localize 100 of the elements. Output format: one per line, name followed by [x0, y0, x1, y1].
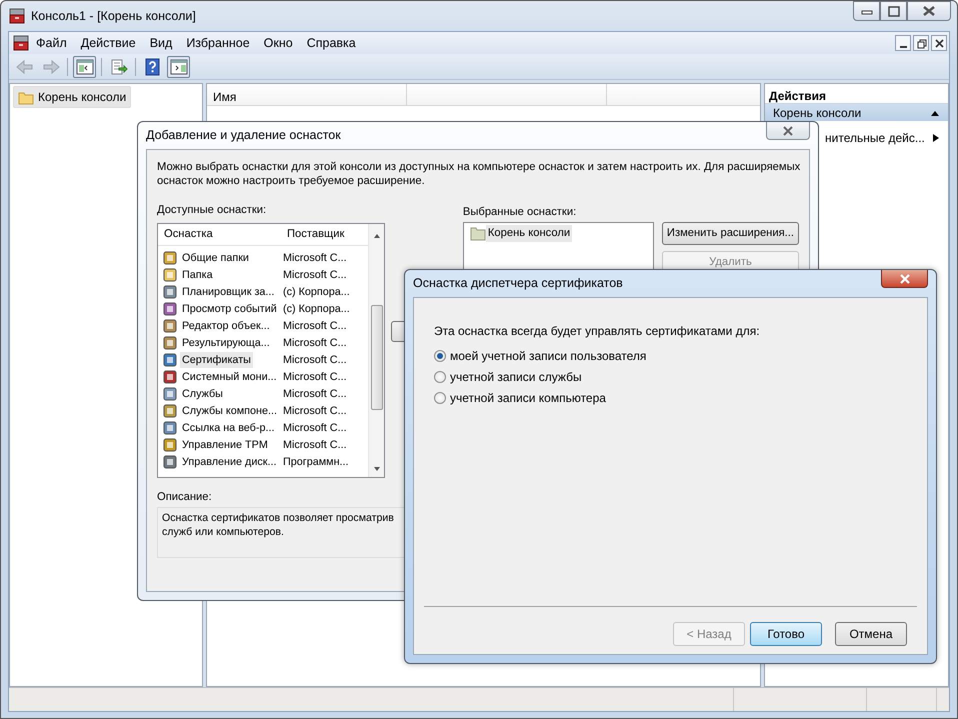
- dialog-button[interactable]: Изменить расширения...: [662, 222, 799, 245]
- snapin-icon: [162, 369, 178, 386]
- restore-icon: [914, 36, 928, 50]
- menu-item[interactable]: Действие: [74, 34, 143, 52]
- snapin-name[interactable]: Управление диск...: [180, 454, 278, 470]
- close-button[interactable]: [907, 1, 951, 21]
- help-icon: [144, 58, 162, 76]
- radio-label[interactable]: моей учетной записи пользователя: [450, 346, 646, 364]
- snapin-icon: [162, 420, 178, 436]
- list-arrow-icon: [110, 58, 128, 76]
- close-icon: [932, 36, 946, 50]
- close-icon: [898, 272, 912, 284]
- collapse-icon: [930, 108, 940, 116]
- maximize-icon: [886, 5, 902, 17]
- prompt-text: Эта оснастка всегда будет управлять сертификатами для:: [434, 323, 761, 340]
- restore-button[interactable]: [913, 35, 929, 51]
- scroll-up-icon: [372, 232, 380, 240]
- close-button[interactable]: [766, 122, 810, 140]
- close-icon: [921, 5, 937, 17]
- dialog-button[interactable]: Готово: [750, 622, 822, 646]
- right-arrow-icon: [42, 58, 60, 76]
- snapin-icon: [162, 403, 178, 420]
- left-arrow-icon: [16, 58, 34, 76]
- snapin-icon: [162, 267, 178, 284]
- close-button[interactable]: [931, 35, 947, 51]
- vendor-name: Microsoft C...: [283, 319, 347, 334]
- snapin-icon: [162, 386, 178, 402]
- radio-button[interactable]: [434, 350, 446, 362]
- maximize-button[interactable]: [880, 1, 907, 21]
- intro-text: Можно выбрать оснастки для этой консоли из доступных на компьютере оснасток и затем настроить их. Для расширяемых оснасток можно настроить требуемое расширение.: [157, 160, 802, 188]
- minimize-button[interactable]: [895, 35, 911, 51]
- vendor-name: Microsoft C...: [283, 438, 347, 454]
- snapin-icon: [162, 250, 178, 266]
- close-icon: [781, 124, 795, 136]
- section-title: Корень консоли: [773, 104, 862, 120]
- radio-label[interactable]: учетной записи компьютера: [450, 388, 606, 406]
- snapin-icon: [162, 352, 178, 368]
- vendor-name: Microsoft C...: [283, 387, 347, 402]
- radio-button[interactable]: [434, 392, 446, 404]
- snapin-name[interactable]: Просмотр событий: [180, 301, 279, 318]
- tree-item[interactable]: Корень консоли: [13, 86, 132, 108]
- vendor-name: Microsoft C...: [283, 404, 347, 420]
- radio-label[interactable]: учетной записи службы: [450, 368, 582, 386]
- available-label: Доступные оснастки:: [157, 203, 268, 218]
- scrollbar[interactable]: [368, 224, 384, 477]
- description-text: Оснастка сертификатов позволяет просматрив: [162, 510, 395, 525]
- dialog-button[interactable]: Отмена: [835, 622, 907, 646]
- folder-icon: [470, 225, 486, 242]
- snapin-name[interactable]: Службы компоне...: [180, 403, 279, 420]
- vendor-name: Microsoft C...: [283, 268, 347, 284]
- app-icon: [13, 35, 29, 51]
- snapin-icon: [162, 318, 178, 334]
- action-pane-button[interactable]: [167, 56, 190, 78]
- menu-item[interactable]: Окно: [256, 34, 300, 52]
- snapin-icon: [162, 335, 178, 352]
- scrollbar-thumb[interactable]: [370, 304, 382, 410]
- vendor-name: Программн...: [283, 455, 349, 470]
- vendor-name: Microsoft C...: [283, 421, 347, 436]
- column-header[interactable]: Оснастка: [158, 226, 281, 243]
- snapin-name[interactable]: Сертификаты: [180, 352, 253, 368]
- snapin-name[interactable]: Системный мони...: [180, 369, 279, 386]
- description-label: Описание:: [157, 490, 213, 505]
- action-item[interactable]: нительные дейс...: [825, 129, 925, 147]
- snapin-name[interactable]: Папка: [180, 267, 215, 284]
- selected-label: Выбранные оснастки:: [462, 205, 578, 220]
- snapin-name[interactable]: Общие папки: [180, 250, 251, 266]
- snapin-name[interactable]: Службы: [180, 386, 225, 402]
- radio-button[interactable]: [434, 370, 446, 382]
- minimize-button[interactable]: [853, 1, 880, 21]
- menu-item[interactable]: Избранное: [179, 34, 257, 52]
- window-title: Консоль1 - [Корень консоли]: [31, 8, 196, 25]
- snapin-name[interactable]: Ссылка на веб-р...: [180, 420, 276, 436]
- vendor-name: Microsoft C...: [283, 353, 347, 368]
- console-tree-button[interactable]: [73, 56, 96, 78]
- column-header[interactable]: Поставщик: [281, 226, 350, 243]
- vendor-name: (c) Корпора...: [283, 302, 350, 318]
- snapin-name[interactable]: Планировщик за...: [180, 284, 276, 300]
- vendor-name: Microsoft C...: [283, 336, 347, 352]
- snapin-icon: [162, 437, 178, 454]
- snapin-icon: [162, 454, 178, 470]
- scroll-down-icon: [372, 464, 380, 473]
- dialog-title: Добавление и удаление оснасток: [146, 127, 341, 144]
- minimize-icon: [900, 46, 906, 48]
- description-text: служб или компьютеров.: [162, 524, 285, 539]
- menu-item[interactable]: Справка: [300, 34, 363, 52]
- close-button[interactable]: [881, 270, 928, 288]
- panel-icon: [76, 58, 94, 76]
- actions-section-header[interactable]: Корень консоли: [765, 104, 948, 121]
- menu-item[interactable]: Файл: [29, 34, 74, 52]
- snapin-name[interactable]: Редактор объек...: [180, 318, 272, 334]
- snapin-name[interactable]: Управление TPM: [180, 437, 270, 454]
- vendor-name: Microsoft C...: [283, 251, 347, 266]
- selected-snapin[interactable]: Корень консоли: [486, 224, 572, 242]
- snapin-icon: [162, 301, 178, 318]
- vendor-name: (c) Корпора...: [283, 285, 350, 300]
- menu-item[interactable]: Вид: [142, 34, 180, 52]
- snapin-name[interactable]: Результирующа...: [180, 335, 272, 352]
- snapin-icon: [162, 284, 178, 300]
- app-icon: [9, 8, 25, 24]
- vendor-name: Microsoft C...: [283, 370, 347, 386]
